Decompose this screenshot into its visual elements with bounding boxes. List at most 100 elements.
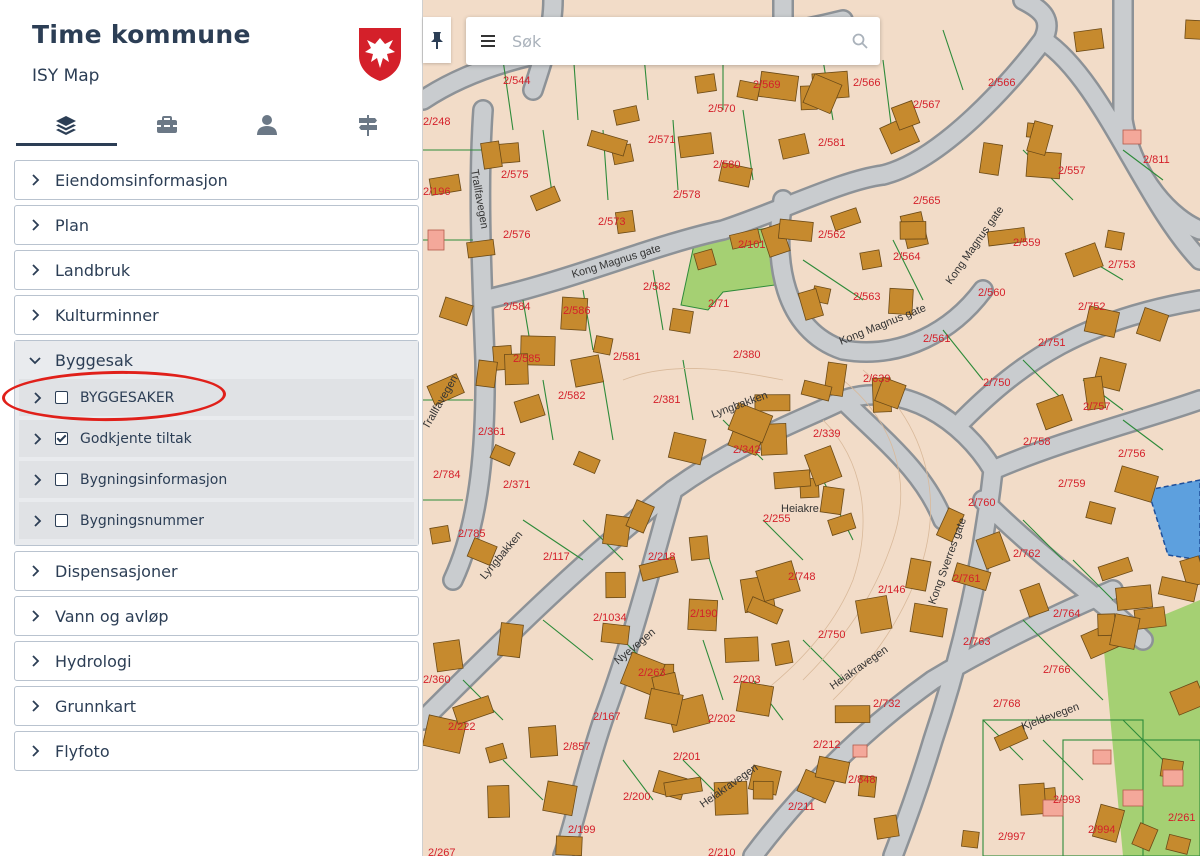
building	[1064, 242, 1104, 278]
parcel-label: 2/101	[738, 239, 766, 251]
group-hydrologi: Hydrologi	[14, 641, 419, 681]
building	[528, 725, 559, 758]
building	[644, 687, 684, 726]
layer-bygningsinformasjon[interactable]: Bygningsinformasjon	[19, 461, 414, 498]
parcel-label: 2/578	[673, 189, 701, 201]
layer-checkbox[interactable]	[55, 391, 68, 404]
building	[613, 105, 640, 126]
parcel-label: 2/584	[503, 301, 531, 313]
group-header[interactable]: Flyfoto	[15, 732, 418, 770]
layer-bygningsnummer[interactable]: Bygningsnummer	[19, 502, 414, 539]
municipality-crest-icon	[359, 28, 401, 81]
parcel-label: 2/544	[503, 75, 531, 87]
map-canvas[interactable]: 2/544 2/569 2/566 2/567 2/566 2/570 2/571 2/580…	[423, 0, 1200, 856]
parcel-label: 2/218	[648, 551, 676, 563]
group-header[interactable]: Dispensasjoner	[15, 552, 418, 590]
parcel-label: 2/248	[423, 116, 451, 128]
building	[1018, 782, 1047, 816]
building	[830, 207, 862, 232]
group-dispensasjoner: Dispensasjoner	[14, 551, 419, 591]
parcel-label: 2/196	[423, 186, 451, 198]
group-eiendomsinformasjon: Eiendomsinformasjon	[14, 160, 419, 200]
tab-tools[interactable]	[117, 104, 218, 146]
building	[899, 221, 927, 240]
signpost-icon	[358, 115, 377, 136]
building	[513, 393, 546, 424]
parcel-label: 2/752	[1078, 301, 1106, 313]
layer-godkjente-tiltak[interactable]: Godkjente tiltak	[19, 420, 414, 457]
group-header[interactable]: Eiendomsinformasjon	[15, 161, 418, 199]
parcel-label: 2/750	[818, 629, 846, 641]
chevron-right-icon[interactable]	[19, 514, 55, 527]
parcel-label: 2/261	[1168, 812, 1196, 824]
parcel-label: 2/263	[638, 667, 666, 679]
search-input[interactable]	[510, 30, 840, 52]
chevron-right-icon	[15, 655, 55, 667]
search-button[interactable]	[840, 33, 880, 49]
tab-signpost[interactable]	[318, 104, 419, 146]
group-label: Kulturminner	[55, 305, 159, 325]
parcel-label: 2/222	[448, 721, 476, 733]
group-byggesak: Byggesak BYGGESAKER Godkjente tiltak Byg…	[14, 340, 419, 546]
layer-checkbox[interactable]	[55, 514, 68, 527]
parcel-label: 2/580	[713, 159, 741, 171]
building	[773, 469, 812, 490]
tab-layers[interactable]	[16, 104, 117, 146]
parcel-label: 2/212	[813, 739, 841, 751]
building	[873, 814, 900, 840]
parcel-label: 2/371	[503, 479, 531, 491]
group-label: Plan	[55, 215, 90, 235]
building	[827, 512, 857, 536]
parcel-label: 2/202	[708, 713, 736, 725]
parcel-label: 2/167	[593, 711, 621, 723]
group-header[interactable]: Plan	[15, 206, 418, 244]
group-header[interactable]: Byggesak	[15, 341, 418, 379]
street-label: Kong Magnus gate	[944, 204, 1007, 287]
parcel-label: 2/339	[813, 428, 841, 440]
tab-user[interactable]	[217, 104, 318, 146]
chevron-right-icon[interactable]	[19, 432, 55, 445]
parcel-label: 2/732	[873, 698, 901, 710]
parcel-label: 2/201	[673, 751, 701, 763]
parcel-label: 2/563	[853, 291, 881, 303]
group-header[interactable]: Kulturminner	[15, 296, 418, 334]
parcel-label: 2/582	[558, 390, 586, 402]
water-area	[1147, 479, 1200, 561]
chevron-right-icon[interactable]	[19, 473, 55, 486]
sidebar: Time kommune ISY Map Eiendomsinformasjon…	[0, 0, 423, 856]
group-label: Grunnkart	[55, 696, 137, 716]
menu-button[interactable]	[466, 35, 510, 47]
building	[429, 524, 451, 545]
building	[466, 239, 496, 259]
group-header[interactable]: Landbruk	[15, 251, 418, 289]
building	[978, 142, 1004, 176]
building	[1097, 556, 1134, 582]
pin-icon	[431, 32, 443, 49]
pin-sidebar-button[interactable]	[423, 17, 451, 63]
group-header[interactable]: Hydrologi	[15, 642, 418, 680]
building	[960, 829, 980, 849]
layer-checkbox[interactable]	[55, 473, 68, 486]
building	[438, 296, 474, 327]
parcel-label: 2/768	[993, 698, 1021, 710]
building	[778, 133, 810, 160]
chevron-right-icon	[15, 700, 55, 712]
parcel-label: 2/763	[963, 636, 991, 648]
group-header[interactable]: Vann og avløp	[15, 597, 418, 635]
parcel-label: 2/857	[563, 741, 591, 753]
building	[602, 514, 632, 548]
search-bar	[466, 17, 880, 65]
chevron-right-icon[interactable]	[19, 391, 55, 404]
parcel-label: 2/784	[433, 469, 461, 481]
group-landbruk: Landbruk	[14, 250, 419, 290]
building	[724, 636, 760, 663]
building	[432, 639, 464, 673]
parcel-label: 2/757	[1083, 401, 1111, 413]
building	[1104, 229, 1125, 251]
layer-label: Godkjente tiltak	[80, 430, 192, 447]
parcel-label: 2/190	[690, 608, 718, 620]
layer-checkbox[interactable]	[55, 432, 68, 445]
layer-byggesaker[interactable]: BYGGESAKER	[19, 379, 414, 416]
building	[1019, 582, 1050, 618]
group-header[interactable]: Grunnkart	[15, 687, 418, 725]
